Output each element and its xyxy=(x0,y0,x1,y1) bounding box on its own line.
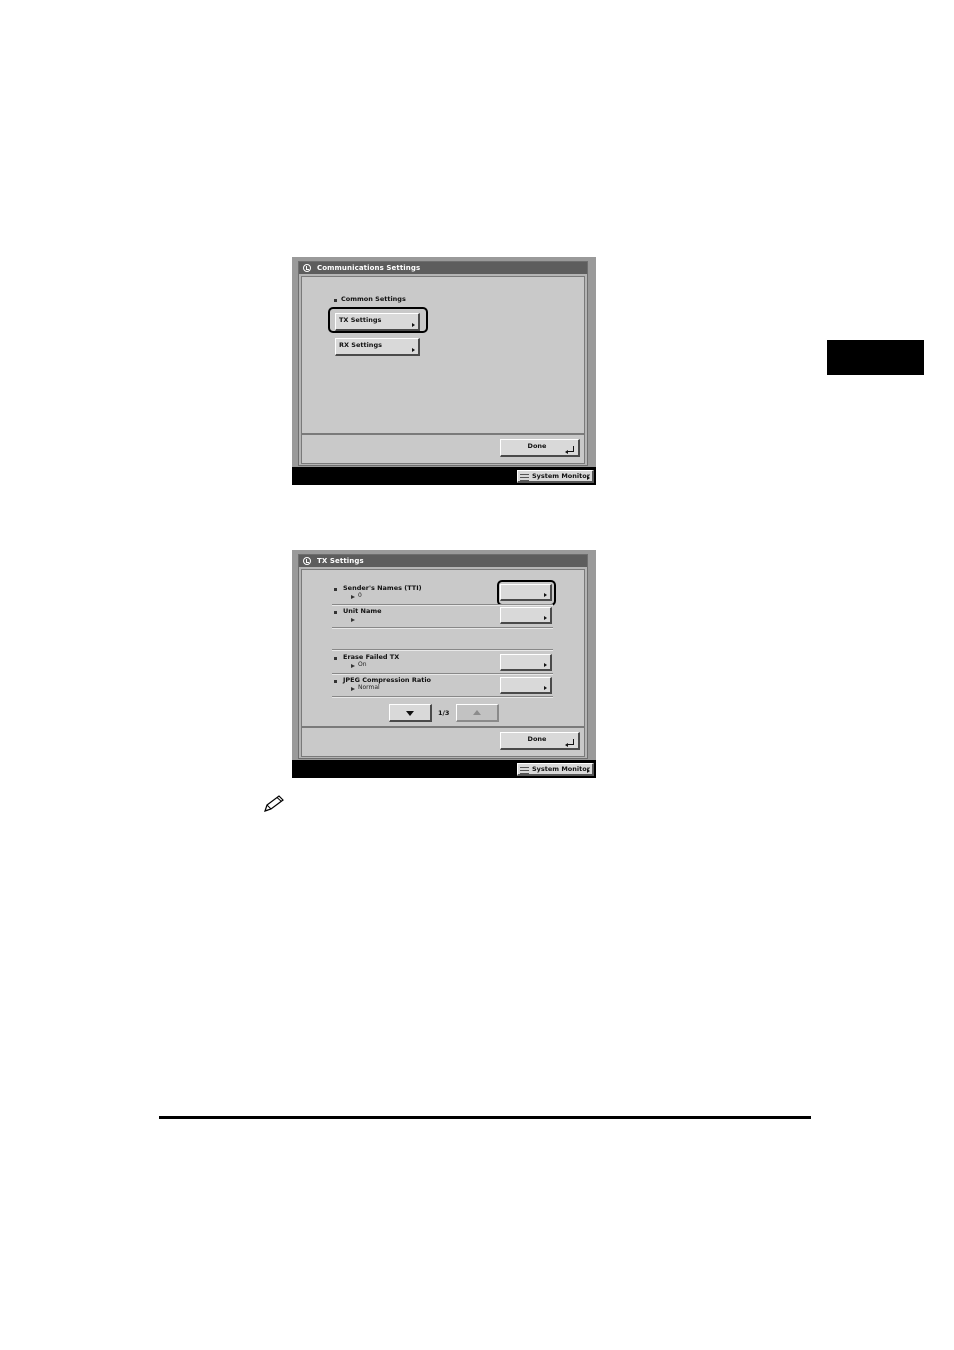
system-monitor-label: System Monitor xyxy=(532,472,590,480)
system-monitor-label: System Monitor xyxy=(532,765,590,773)
rx-settings-button[interactable]: RX Settings xyxy=(335,338,420,356)
settings-content: Sender's Names (TTI) 0 Unit Name Erase F… xyxy=(301,569,585,727)
selection-highlight xyxy=(497,580,556,606)
row-divider xyxy=(332,649,553,651)
tx-settings-screen: TX Settings Sender's Names (TTI) 0 Unit … xyxy=(292,550,596,778)
system-monitor-button[interactable]: System Monitor xyxy=(517,470,594,483)
bullet-icon xyxy=(334,588,337,591)
page-up-button[interactable] xyxy=(456,704,499,722)
down-arrow-icon xyxy=(406,710,414,716)
monitor-icon xyxy=(520,767,529,774)
value-marker-icon xyxy=(351,687,355,691)
erase-failed-tx-button[interactable] xyxy=(500,654,552,671)
unit-name-button[interactable] xyxy=(500,607,552,624)
enter-icon xyxy=(565,446,574,454)
setting-label: Erase Failed TX xyxy=(343,653,400,661)
pencil-note-icon xyxy=(264,795,284,812)
row-divider xyxy=(332,604,553,606)
screen-footer: Done xyxy=(301,727,585,757)
setting-value: Normal xyxy=(358,684,380,691)
arrow-right-icon xyxy=(544,616,547,620)
row-divider xyxy=(332,627,553,629)
value-marker-icon xyxy=(351,664,355,668)
communications-settings-screen: Communications Settings Common Settings … xyxy=(292,257,596,485)
screen-footer: Done xyxy=(301,434,585,464)
page-down-button[interactable] xyxy=(389,704,432,722)
screen-title: Communications Settings xyxy=(317,264,421,272)
row-divider xyxy=(332,673,553,675)
screen-title: TX Settings xyxy=(317,557,364,565)
settings-content: Common Settings TX Settings RX Settings xyxy=(301,276,585,434)
bullet-icon xyxy=(334,657,337,660)
machine-settings-icon xyxy=(303,264,311,272)
chapter-tab xyxy=(827,340,924,375)
value-marker-icon xyxy=(351,618,355,622)
footer-rule xyxy=(159,1116,811,1119)
arrow-right-icon xyxy=(587,476,590,480)
arrow-right-icon xyxy=(587,769,590,773)
selection-highlight xyxy=(328,307,428,333)
setting-label: JPEG Compression Ratio xyxy=(343,676,432,684)
status-strip: System Monitor xyxy=(292,467,596,485)
bullet-icon xyxy=(334,680,337,683)
monitor-icon xyxy=(520,474,529,481)
arrow-right-icon xyxy=(544,663,547,667)
screen-title-bar: Communications Settings xyxy=(299,262,587,274)
rx-settings-label: RX Settings xyxy=(339,341,382,349)
status-strip: System Monitor xyxy=(292,760,596,778)
setting-value: On xyxy=(358,661,367,668)
done-button[interactable]: Done xyxy=(500,732,580,750)
section-label: Common Settings xyxy=(341,295,406,303)
arrow-right-icon xyxy=(412,348,415,352)
value-marker-icon xyxy=(351,595,355,599)
jpeg-compression-ratio-button[interactable] xyxy=(500,677,552,694)
page-indicator: 1/3 xyxy=(438,709,450,717)
screen-title-bar: TX Settings xyxy=(299,555,587,567)
up-arrow-icon xyxy=(473,709,481,715)
enter-icon xyxy=(565,739,574,747)
bullet-icon xyxy=(334,611,337,614)
arrow-right-icon xyxy=(544,686,547,690)
setting-label: Sender's Names (TTI) xyxy=(343,584,422,592)
done-button[interactable]: Done xyxy=(500,439,580,457)
setting-label: Unit Name xyxy=(343,607,382,615)
system-monitor-button[interactable]: System Monitor xyxy=(517,763,594,776)
bullet-icon xyxy=(334,299,337,302)
setting-value: 0 xyxy=(358,592,362,599)
row-divider xyxy=(332,696,553,698)
machine-settings-icon xyxy=(303,557,311,565)
